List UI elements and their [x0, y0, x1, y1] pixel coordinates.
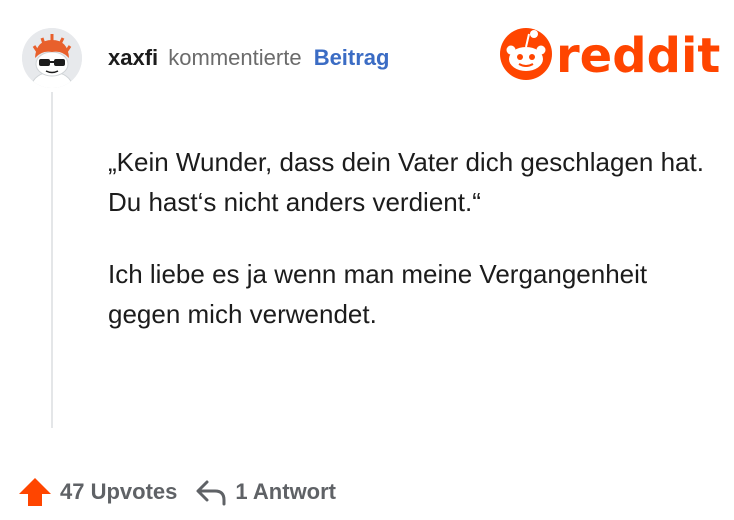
- post-link[interactable]: Beitrag: [314, 45, 390, 70]
- comment-body: „Kein Wunder, dass dein Vater dich gesch…: [108, 142, 708, 366]
- comment-paragraph: „Kein Wunder, dass dein Vater dich gesch…: [108, 147, 704, 217]
- thread-line: [51, 92, 53, 428]
- upvote-arrow-icon: [19, 478, 51, 506]
- reddit-logo: reddit: [496, 22, 720, 86]
- user-avatar[interactable]: [22, 28, 82, 88]
- reddit-wordmark: reddit: [556, 28, 720, 84]
- action-text: kommentierte: [168, 45, 302, 70]
- username-link[interactable]: xaxfi: [108, 45, 158, 70]
- reply-arrow-icon: [196, 480, 226, 506]
- reply-button[interactable]: 1 Antwort: [195, 478, 336, 506]
- comment-footer: 47 Upvotes 1 Antwort: [18, 472, 336, 512]
- upvote-button[interactable]: 47 Upvotes: [18, 477, 177, 507]
- comment-header: xaxfi kommentierte Beitrag: [108, 44, 389, 72]
- reddit-snoo-icon: reddit: [500, 28, 720, 84]
- avatar-snoo-icon: [22, 28, 82, 88]
- upvote-count: 47 Upvotes: [60, 479, 178, 504]
- comment-paragraph: Ich liebe es ja wenn man meine Vergangen…: [108, 259, 648, 329]
- reply-count: 1 Antwort: [235, 479, 337, 504]
